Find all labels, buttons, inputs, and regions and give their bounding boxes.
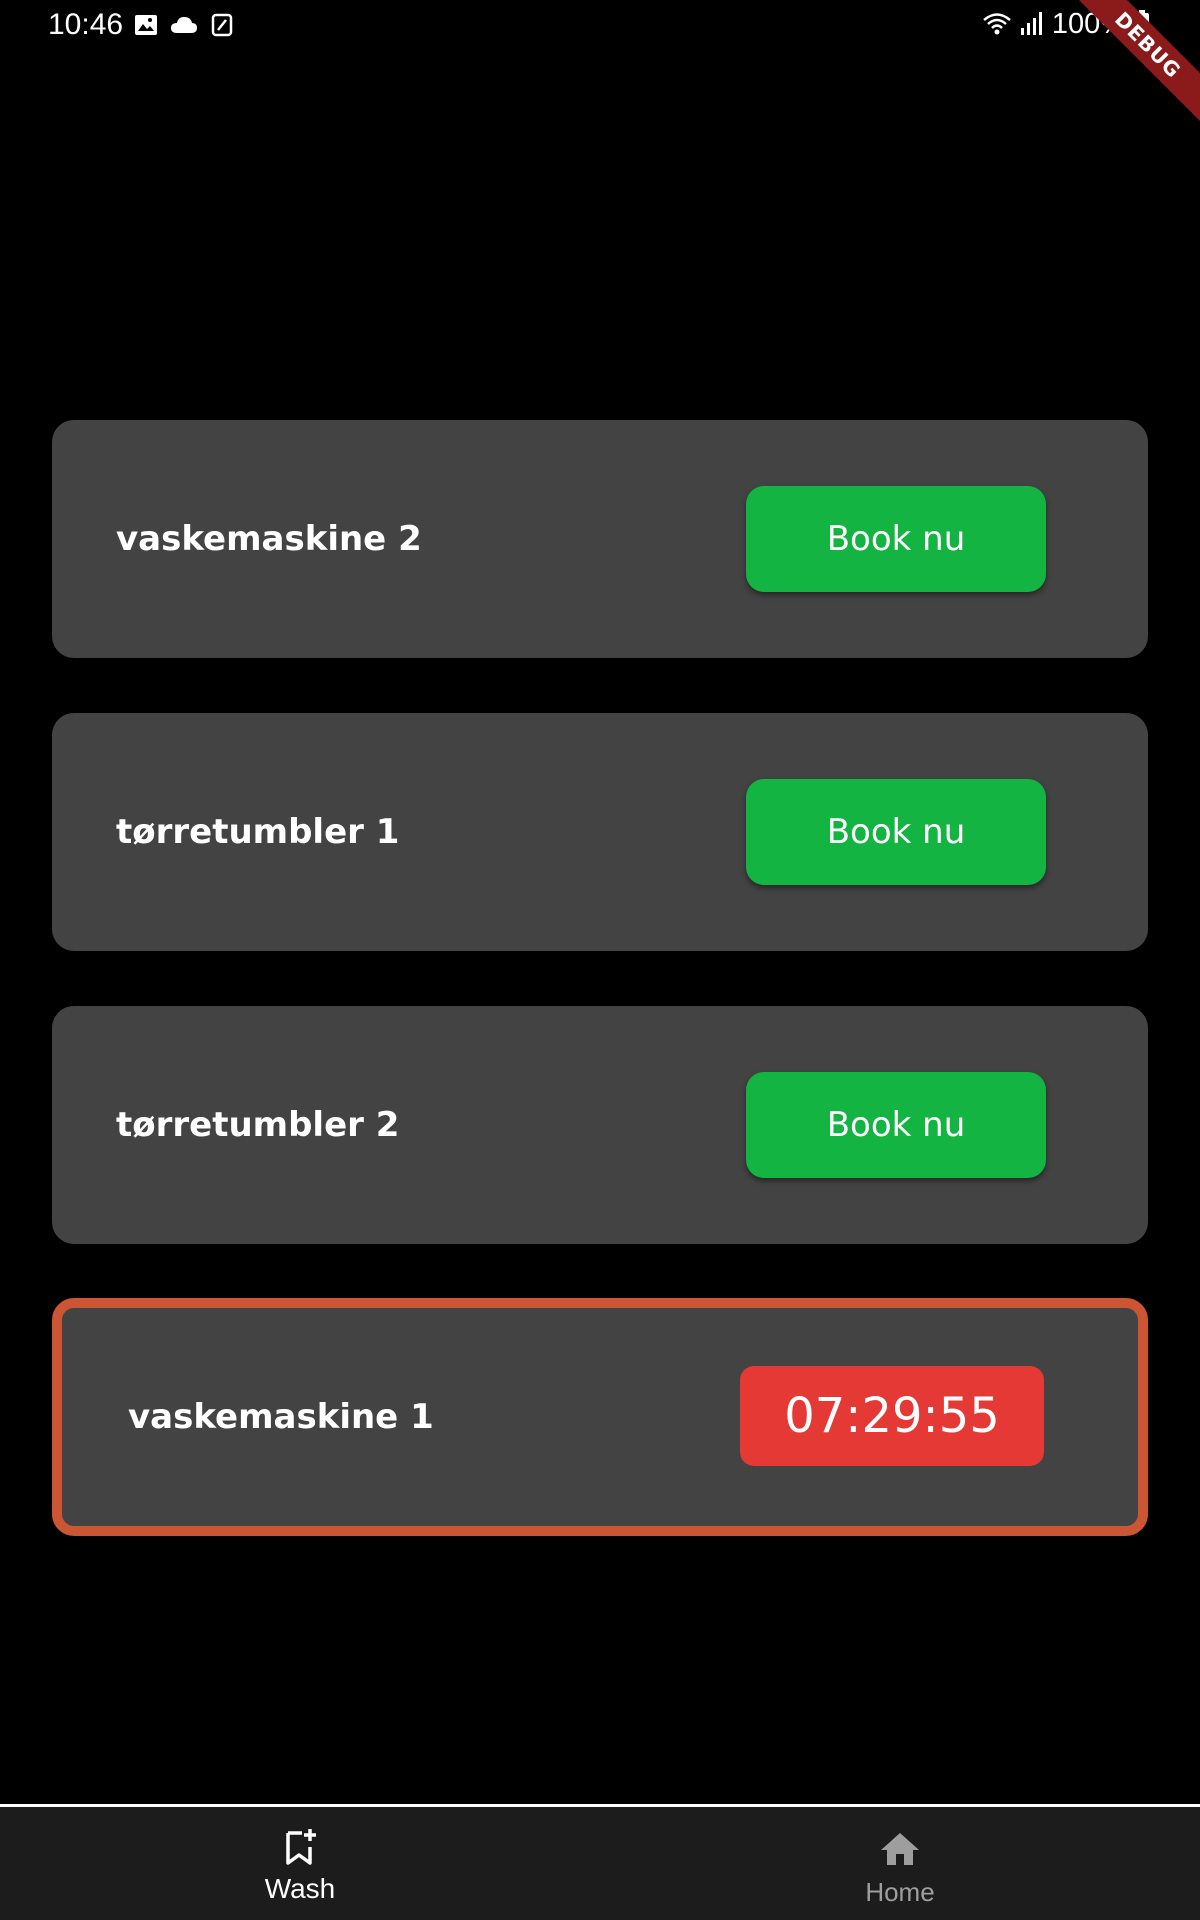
wifi-icon: [982, 11, 1012, 39]
book-now-button[interactable]: Book nu: [746, 1072, 1046, 1178]
countdown-timer: 07:29:55: [740, 1366, 1044, 1466]
active-machine-card: vaskemaskine 1 07:29:55: [52, 1298, 1148, 1536]
nav-label-home: Home: [865, 1877, 935, 1907]
machine-name: tørretumbler 2: [116, 1105, 400, 1145]
nav-item-home[interactable]: Home: [600, 1807, 1200, 1920]
status-notification-icons: [134, 13, 234, 41]
image-icon: [134, 14, 158, 40]
status-time: 10:46: [48, 8, 124, 41]
cloud-icon: [170, 15, 198, 39]
nav-item-wash[interactable]: Wash: [0, 1807, 600, 1920]
machine-card: tørretumbler 2 Book nu: [52, 1006, 1148, 1244]
machine-card: tørretumbler 1 Book nu: [52, 713, 1148, 951]
machine-name: tørretumbler 1: [116, 812, 400, 852]
book-now-button[interactable]: Book nu: [746, 779, 1046, 885]
machine-name: vaskemaskine 1: [128, 1397, 434, 1437]
bottom-navigation: Wash Home: [0, 1804, 1200, 1920]
app-screen: 10:46 100% DEBUG vaskemaskine 2 Book nu …: [0, 0, 1200, 1920]
bookmark-add-icon: [282, 1827, 318, 1871]
nav-label-wash: Wash: [264, 1873, 336, 1904]
home-icon: [879, 1831, 921, 1871]
signal-icon: [1020, 10, 1044, 40]
book-now-button[interactable]: Book nu: [746, 486, 1046, 592]
machine-card: vaskemaskine 2 Book nu: [52, 420, 1148, 658]
nfc-icon: [210, 13, 234, 41]
status-bar: 10:46 100%: [0, 0, 1200, 50]
machine-name: vaskemaskine 2: [116, 519, 422, 559]
